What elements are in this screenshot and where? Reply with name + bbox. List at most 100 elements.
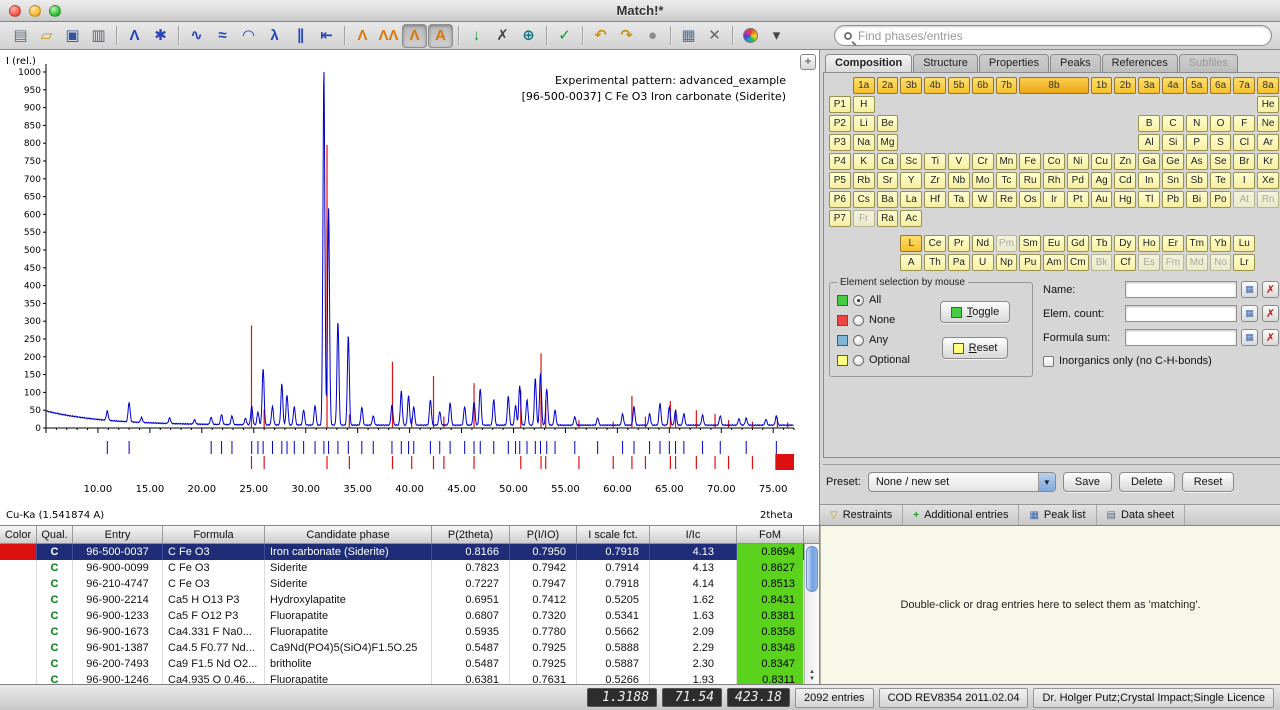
element-Mo[interactable]: Mo: [972, 172, 994, 189]
period-label-P1[interactable]: P1: [829, 96, 851, 113]
group-button-4a[interactable]: 4a: [1162, 77, 1184, 94]
element-Te[interactable]: Te: [1210, 172, 1232, 189]
element-Ra[interactable]: Ra: [877, 210, 899, 227]
element-B[interactable]: B: [1138, 115, 1160, 132]
result-row-96-901-1387[interactable]: C96-901-1387Ca4.5 F0.77 Nd...Ca9Nd(PO4)5…: [0, 640, 819, 656]
subtab-additional-entries[interactable]: +Additional entries: [903, 505, 1019, 525]
element-Li[interactable]: Li: [853, 115, 875, 132]
tab-properties[interactable]: Properties: [979, 54, 1049, 72]
element-Pm[interactable]: Pm: [996, 235, 1018, 252]
element-Ga[interactable]: Ga: [1138, 153, 1160, 170]
pattern-settings-icon[interactable]: ✱: [148, 24, 173, 48]
name-clear-button[interactable]: ✗: [1262, 281, 1279, 298]
column-header-qual[interactable]: Qual.: [37, 526, 73, 543]
element-Fe[interactable]: Fe: [1019, 153, 1041, 170]
element-Dy[interactable]: Dy: [1114, 235, 1136, 252]
tab-structure[interactable]: Structure: [913, 54, 978, 72]
element-U[interactable]: U: [972, 254, 994, 271]
delete-matches-icon[interactable]: ✗: [490, 24, 515, 48]
element-Au[interactable]: Au: [1091, 191, 1113, 208]
column-header-p-2theta[interactable]: P(2theta): [432, 526, 510, 543]
color-wheel-icon[interactable]: [738, 24, 763, 48]
raw-data-icon[interactable]: ∿: [184, 24, 209, 48]
tab-peaks[interactable]: Peaks: [1050, 54, 1101, 72]
formula-periodic-table-button[interactable]: ▦: [1241, 329, 1258, 346]
element-Eu[interactable]: Eu: [1043, 235, 1065, 252]
correct-2theta-icon[interactable]: ⇤: [314, 24, 339, 48]
series-label-L[interactable]: L: [900, 235, 922, 252]
result-row-96-900-2214[interactable]: C96-900-2214Ca5 H O13 P3Hydroxylapatite0…: [0, 592, 819, 608]
element-Cu[interactable]: Cu: [1091, 153, 1113, 170]
element-Al[interactable]: Al: [1138, 134, 1160, 151]
element-W[interactable]: W: [972, 191, 994, 208]
group-button-5a[interactable]: 5a: [1186, 77, 1208, 94]
element-No[interactable]: No: [1210, 254, 1232, 271]
period-label-P3[interactable]: P3: [829, 134, 851, 151]
radio-none[interactable]: [853, 315, 864, 326]
element-I[interactable]: I: [1233, 172, 1255, 189]
element-F[interactable]: F: [1233, 115, 1255, 132]
element-Cr[interactable]: Cr: [972, 153, 994, 170]
result-row-96-210-4747[interactable]: C96-210-4747C Fe O3Siderite0.72270.79470…: [0, 576, 819, 592]
element-Cf[interactable]: Cf: [1114, 254, 1136, 271]
database-manager-icon[interactable]: ▦: [676, 24, 701, 48]
formula-clear-button[interactable]: ✗: [1262, 329, 1279, 346]
subtab-peak-list[interactable]: ▦Peak list: [1019, 505, 1096, 525]
subtab-restraints[interactable]: ▽Restraints: [820, 505, 903, 525]
element-Bi[interactable]: Bi: [1186, 191, 1208, 208]
search-input[interactable]: [858, 29, 1262, 43]
preset-delete-button[interactable]: Delete: [1119, 472, 1175, 492]
element-Ti[interactable]: Ti: [924, 153, 946, 170]
profile-fit-icon[interactable]: ΛΛ: [376, 24, 401, 48]
preset-save-button[interactable]: Save: [1063, 472, 1112, 492]
element-Cs[interactable]: Cs: [853, 191, 875, 208]
group-button-2b[interactable]: 2b: [1114, 77, 1136, 94]
element-Bk[interactable]: Bk: [1091, 254, 1113, 271]
group-button-4b[interactable]: 4b: [924, 77, 946, 94]
strip-kalpha2-icon[interactable]: λ: [262, 24, 287, 48]
tab-composition[interactable]: Composition: [825, 54, 912, 72]
result-row-96-900-1246[interactable]: C96-900-1246Ca4.935 O 0.46...Fluorapatit…: [0, 672, 819, 684]
element-Ni[interactable]: Ni: [1067, 153, 1089, 170]
element-Cm[interactable]: Cm: [1067, 254, 1089, 271]
import-pattern-icon[interactable]: Λ: [122, 24, 147, 48]
element-Gd[interactable]: Gd: [1067, 235, 1089, 252]
element-Nb[interactable]: Nb: [948, 172, 970, 189]
element-At[interactable]: At: [1233, 191, 1255, 208]
element-Tl[interactable]: Tl: [1138, 191, 1160, 208]
result-row-96-200-7493[interactable]: C96-200-7493Ca9 F1.5 Nd O2...britholite0…: [0, 656, 819, 672]
period-label-P4[interactable]: P4: [829, 153, 851, 170]
result-row-96-500-0037[interactable]: C96-500-0037C Fe O3Iron carbonate (Sider…: [0, 544, 819, 560]
element-Sm[interactable]: Sm: [1019, 235, 1041, 252]
radio-optional[interactable]: [853, 355, 864, 366]
period-label-P6[interactable]: P6: [829, 191, 851, 208]
element-Am[interactable]: Am: [1043, 254, 1065, 271]
element-Si[interactable]: Si: [1162, 134, 1184, 151]
element-Be[interactable]: Be: [877, 115, 899, 132]
group-button-6b[interactable]: 6b: [972, 77, 994, 94]
element-Tb[interactable]: Tb: [1091, 235, 1113, 252]
element-Mg[interactable]: Mg: [877, 134, 899, 151]
open-file-icon[interactable]: ▱: [34, 24, 59, 48]
element-Ne[interactable]: Ne: [1257, 115, 1279, 132]
group-button-7a[interactable]: 7a: [1233, 77, 1255, 94]
element-Po[interactable]: Po: [1210, 191, 1232, 208]
element-Sn[interactable]: Sn: [1162, 172, 1184, 189]
selection-option-all[interactable]: All: [837, 290, 925, 310]
element-Pt[interactable]: Pt: [1067, 191, 1089, 208]
group-button-7b[interactable]: 7b: [996, 77, 1018, 94]
group-button-1a[interactable]: 1a: [853, 77, 875, 94]
element-Rb[interactable]: Rb: [853, 172, 875, 189]
radio-any[interactable]: [853, 335, 864, 346]
element-S[interactable]: S: [1210, 134, 1232, 151]
element-Yb[interactable]: Yb: [1210, 235, 1232, 252]
element-Ba[interactable]: Ba: [877, 191, 899, 208]
element-K[interactable]: K: [853, 153, 875, 170]
series-label-A[interactable]: A: [900, 254, 922, 271]
element-Cd[interactable]: Cd: [1114, 172, 1136, 189]
zoom-in-button[interactable]: +: [800, 54, 816, 70]
automatic-processing-icon[interactable]: A: [428, 24, 453, 48]
toolbar-options-icon[interactable]: ▾: [764, 24, 789, 48]
element-Np[interactable]: Np: [996, 254, 1018, 271]
column-header-entry[interactable]: Entry: [73, 526, 163, 543]
